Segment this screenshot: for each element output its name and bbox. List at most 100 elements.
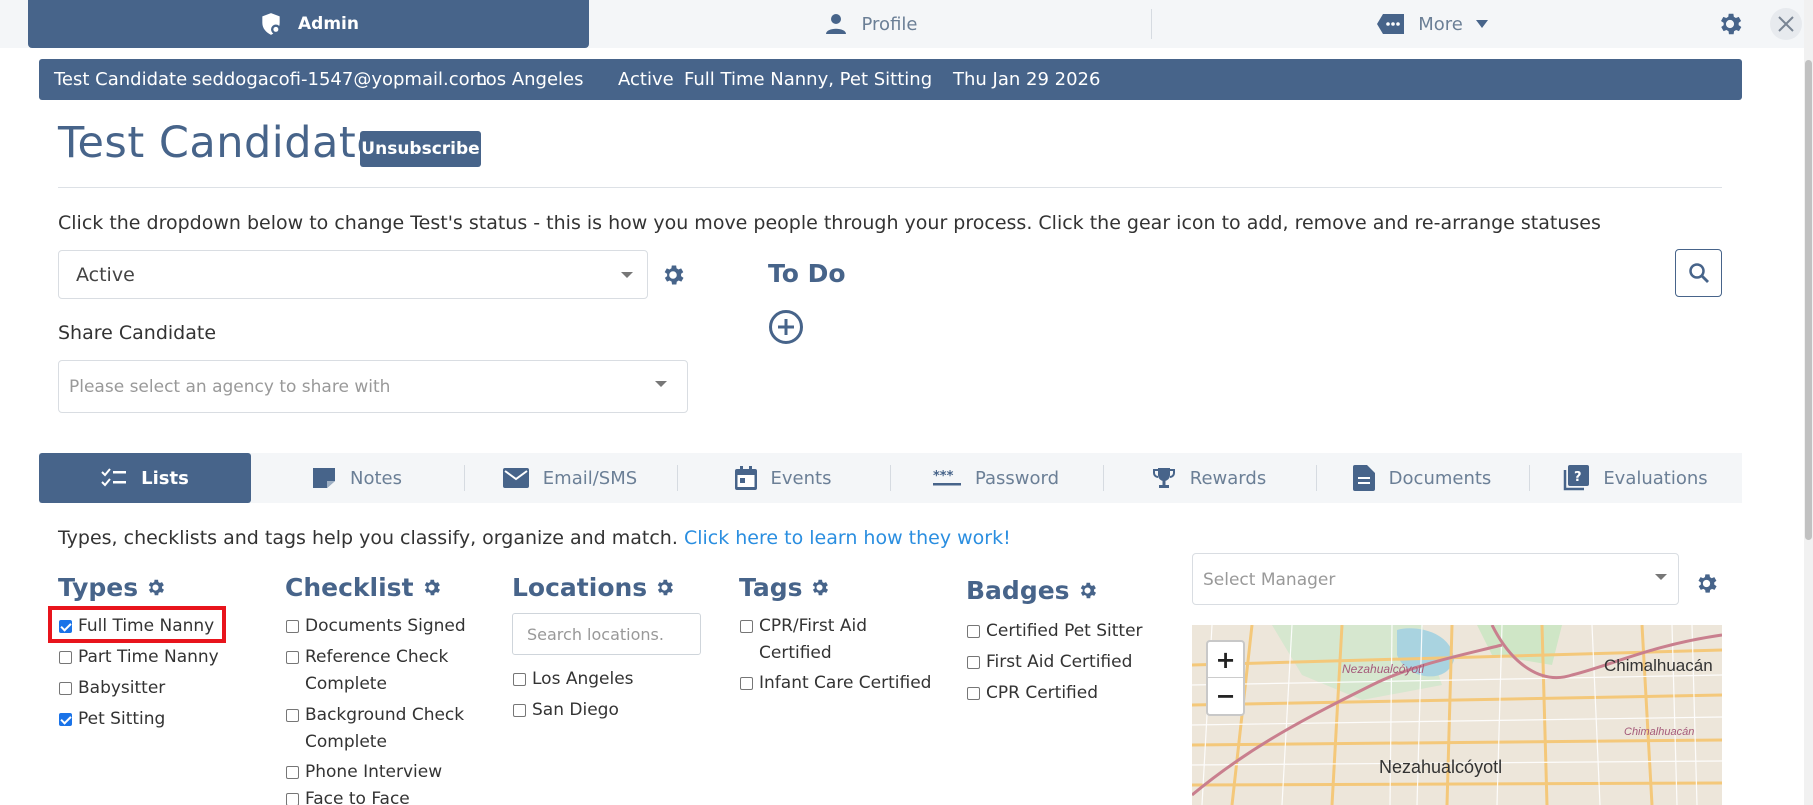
checkbox[interactable] [286, 651, 299, 664]
manager-dropdown[interactable]: Select Manager [1192, 553, 1679, 605]
tab-label: Notes [350, 467, 402, 489]
types-gear-icon[interactable] [145, 577, 166, 598]
tab-label: Rewards [1189, 467, 1267, 489]
badges-gear-icon[interactable] [1077, 580, 1098, 601]
checkbox-label: CPR Certified [986, 683, 1099, 703]
password-icon: *** [932, 470, 961, 486]
tags-title: Tags [739, 573, 830, 602]
checklist-checkbox-phone-interview[interactable]: Phone Interview [286, 759, 486, 786]
settings-gear-icon[interactable] [1716, 10, 1744, 38]
nav-admin-label: Admin [298, 14, 359, 34]
checklist-checkbox-face-to-face[interactable]: Face to Face [286, 786, 486, 805]
tab-password[interactable]: *** Password [890, 453, 1102, 503]
highlight-box [48, 606, 226, 643]
tab-events[interactable]: Events [677, 453, 889, 503]
location-checkbox-los-angeles[interactable]: Los Angeles [513, 666, 634, 693]
checkbox-label: Babysitter [78, 678, 166, 698]
tag-checkbox-infant-care[interactable]: Infant Care Certified [740, 670, 940, 697]
types-title-label: Types [58, 573, 139, 602]
chevron-down-icon [655, 381, 667, 387]
candidate-summary-bar: Test Candidate seddogacofi-1547@yopmail.… [39, 59, 1742, 100]
checkbox[interactable] [286, 766, 299, 779]
checkbox-label: First Aid Certified [986, 652, 1133, 672]
tab-documents[interactable]: Documents [1316, 453, 1528, 503]
tags-gear-icon[interactable] [809, 577, 830, 598]
types-title: Types [58, 573, 166, 602]
tab-lists[interactable]: Lists [39, 453, 251, 503]
tab-label: Lists [141, 467, 189, 489]
checkbox[interactable] [286, 709, 299, 722]
page-title: Test Candidate [58, 118, 384, 168]
checkbox[interactable] [740, 677, 753, 690]
tag-checkbox-cpr-first-aid[interactable]: CPR/First Aid Certified [740, 613, 920, 667]
close-button[interactable] [1770, 8, 1802, 40]
add-circle-icon[interactable] [768, 309, 804, 345]
checkbox[interactable] [967, 687, 980, 700]
badge-checkbox-first-aid-certified[interactable]: First Aid Certified [967, 649, 1132, 676]
checkbox-label: Background Check Complete [305, 705, 465, 752]
more-tag-icon [1377, 14, 1405, 34]
search-button[interactable] [1675, 249, 1722, 297]
calendar-icon [734, 466, 757, 490]
todo-title: To Do [768, 259, 846, 288]
checkbox[interactable] [286, 793, 299, 805]
checkbox[interactable] [967, 625, 980, 638]
svg-text:***: *** [933, 470, 954, 484]
checkbox-label: Face to Face [305, 789, 410, 805]
tab-notes[interactable]: Notes [251, 453, 463, 503]
location-search-input[interactable]: Search locations. [512, 613, 701, 655]
tab-label: Evaluations [1603, 467, 1708, 489]
checkbox[interactable] [59, 651, 72, 664]
nav-profile-tab[interactable]: Profile [590, 0, 1151, 48]
location-checkbox-san-diego[interactable]: San Diego [513, 697, 619, 724]
person-icon [825, 14, 846, 34]
nav-more-tab[interactable]: More [1152, 0, 1713, 48]
checklist-checkbox-reference-check[interactable]: Reference Check Complete [286, 644, 486, 698]
learn-more-link[interactable]: Click here to learn how they work! [684, 527, 1011, 549]
tab-rewards[interactable]: Rewards [1103, 453, 1315, 503]
checklist-title: Checklist [285, 573, 442, 602]
checkbox[interactable] [967, 656, 980, 669]
checkbox[interactable] [513, 673, 526, 686]
share-candidate-label: Share Candidate [58, 322, 217, 344]
status-dropdown[interactable]: Active [58, 250, 648, 299]
checklist-gear-icon[interactable] [421, 577, 442, 598]
checkbox[interactable] [59, 682, 72, 695]
locations-gear-icon[interactable] [654, 577, 675, 598]
mail-icon [502, 468, 529, 488]
manager-placeholder: Select Manager [1203, 570, 1336, 590]
unsubscribe-button[interactable]: Unsubscribe [360, 131, 481, 167]
top-nav: Admin Profile More [0, 0, 1813, 48]
status-gear-icon[interactable] [660, 262, 686, 288]
type-checkbox-part-time-nanny[interactable]: Part Time Nanny [59, 644, 219, 671]
manager-gear-icon[interactable] [1694, 571, 1719, 596]
divider [58, 187, 1722, 188]
location-map[interactable]: Nezahualcóyotl Chimalhuacán Nezahualcóyo… [1192, 625, 1722, 805]
scrollbar-thumb[interactable] [1805, 60, 1812, 540]
tab-evaluations[interactable]: ? Evaluations [1529, 453, 1742, 503]
zoom-in-button[interactable]: + [1208, 642, 1243, 678]
share-agency-dropdown[interactable]: Please select an agency to share with [58, 360, 688, 413]
checkbox-label: Los Angeles [532, 669, 634, 689]
type-checkbox-babysitter[interactable]: Babysitter [59, 675, 165, 702]
checkbox[interactable] [59, 713, 72, 726]
map-zoom-control: + − [1206, 640, 1245, 716]
tab-label: Documents [1388, 467, 1492, 489]
checkbox[interactable] [286, 620, 299, 633]
checklist-checkbox-background-check[interactable]: Background Check Complete [286, 702, 486, 756]
nav-profile-label: Profile [861, 13, 918, 35]
checklist-checkbox-documents-signed[interactable]: Documents Signed [286, 613, 486, 640]
checkbox-label: Certified Pet Sitter [986, 621, 1143, 641]
nav-admin-tab[interactable]: Admin [28, 0, 589, 48]
badge-checkbox-cpr-certified[interactable]: CPR Certified [967, 680, 1098, 707]
trophy-icon [1152, 468, 1175, 488]
badge-checkbox-certified-pet-sitter[interactable]: Certified Pet Sitter [967, 618, 1143, 645]
checkbox[interactable] [513, 704, 526, 717]
type-checkbox-pet-sitting[interactable]: Pet Sitting [59, 706, 165, 733]
note-icon [313, 468, 335, 488]
zoom-out-button[interactable]: − [1208, 678, 1243, 714]
tab-email-sms[interactable]: Email/SMS [464, 453, 676, 503]
badges-title: Badges [966, 576, 1098, 605]
checkbox-label: Reference Check Complete [305, 647, 449, 694]
checkbox[interactable] [740, 620, 753, 633]
